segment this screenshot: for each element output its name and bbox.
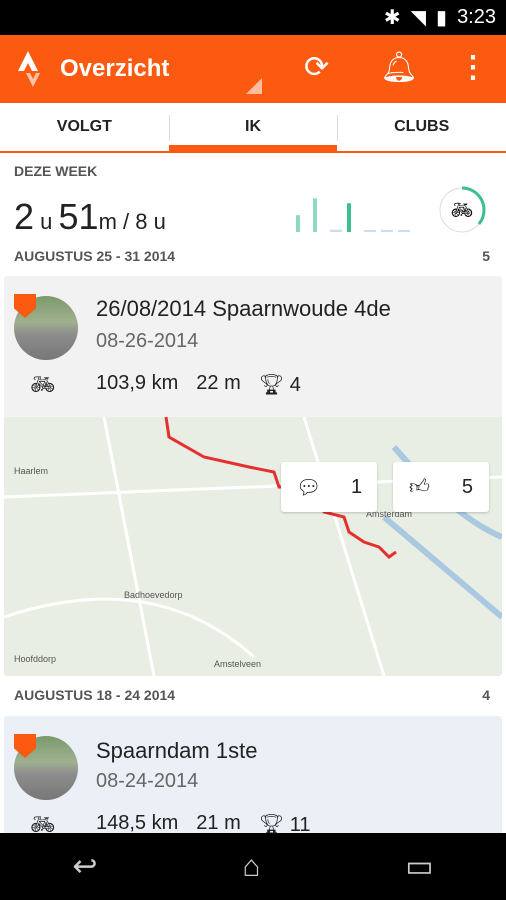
daily-bar	[398, 230, 410, 232]
home-icon[interactable]: ⌂	[242, 850, 260, 884]
distance: 103,9 km	[96, 372, 179, 394]
activity-date: 08-26-2014	[96, 330, 199, 352]
activity-stats: 103,9 km 22 m 🏆︎ 4	[96, 372, 301, 397]
map-label: Badhoevedorp	[124, 590, 183, 600]
group-range: AUGUSTUS 25 - 31 2014	[14, 248, 176, 264]
group-count: 5	[482, 248, 490, 264]
tab-volgt[interactable]: VOLGT	[0, 103, 169, 151]
page-title[interactable]: Overzicht	[60, 55, 169, 83]
activity-card[interactable]: 26/08/2014 Spaarnwoude 4de 08-26-2014 🚲︎…	[4, 276, 502, 676]
clock: 3:23	[457, 6, 496, 28]
minutes-goal: m / 8 u	[98, 209, 166, 234]
comment-count: 1	[350, 475, 363, 498]
navigation-bar: ↩ ⌂ ▭	[0, 833, 506, 900]
week-label: DEZE WEEK	[14, 163, 98, 179]
map-label: Hoofddorp	[14, 654, 56, 664]
thumbs-up-icon: 👍︎	[408, 476, 430, 498]
tab-clubs[interactable]: CLUBS	[337, 103, 506, 151]
wifi-icon: ◥	[410, 7, 427, 29]
dropdown-indicator-icon[interactable]	[246, 78, 262, 94]
overflow-menu-icon[interactable]: ⋮	[458, 50, 488, 85]
battery-icon: ▮	[436, 7, 448, 29]
map-label: Amstelveen	[214, 659, 261, 669]
bell-icon[interactable]: 🔔︎	[380, 50, 418, 85]
recents-icon[interactable]: ▭	[405, 849, 433, 884]
daily-bar	[381, 230, 393, 232]
group-range: AUGUSTUS 18 - 24 2014	[14, 687, 176, 703]
bluetooth-icon: ✱	[383, 7, 401, 29]
route-map[interactable]: Haarlem Amsterdam Hoofddorp Amstelveen B…	[4, 416, 502, 676]
kudos-count: 5	[461, 475, 473, 498]
hours-unit: u	[40, 209, 53, 234]
elevation: 22 m	[196, 372, 241, 394]
group-count: 4	[482, 687, 490, 703]
activity-date: 08-24-2014	[96, 770, 199, 792]
activity-title[interactable]: 26/08/2014 Spaarnwoude 4de	[96, 296, 391, 322]
comments-button[interactable]: 💬︎ 1	[281, 462, 377, 512]
comment-icon: 💬︎	[295, 476, 322, 499]
daily-bar	[347, 203, 351, 232]
daily-bar	[330, 229, 342, 232]
bike-icon: 🚲︎	[451, 200, 474, 220]
trophy-count: 4	[289, 374, 301, 396]
map-label: Haarlem	[14, 466, 48, 476]
route-map-svg: Haarlem Amsterdam Hoofddorp Amstelveen B…	[4, 416, 502, 676]
daily-bar	[296, 215, 300, 232]
tab-bar: VOLGT IK CLUBS	[0, 103, 506, 153]
bike-icon: 🚲︎	[30, 374, 56, 396]
strava-logo-icon[interactable]	[16, 49, 48, 89]
back-icon[interactable]: ↩	[72, 849, 97, 884]
hours: 2	[14, 196, 35, 237]
daily-activity-bars	[296, 198, 410, 232]
trophies: 🏆︎ 4	[259, 372, 301, 397]
week-total: 2 u 51m / 8 u	[14, 196, 166, 238]
tab-ik[interactable]: IK	[168, 103, 338, 151]
minutes: 51	[58, 196, 99, 237]
status-bar: ✱ ◥ ▮ 3:23	[0, 0, 506, 35]
kudos-button[interactable]: 👍︎ 5	[393, 462, 489, 512]
refresh-icon[interactable]: ⟳	[304, 50, 329, 85]
weekly-goal-ring: 🚲︎	[438, 186, 486, 234]
daily-bar	[313, 198, 317, 232]
activity-title[interactable]: Spaarndam 1ste	[96, 738, 257, 764]
daily-bar	[364, 230, 376, 232]
trophy-icon: 🏆︎	[258, 374, 285, 396]
